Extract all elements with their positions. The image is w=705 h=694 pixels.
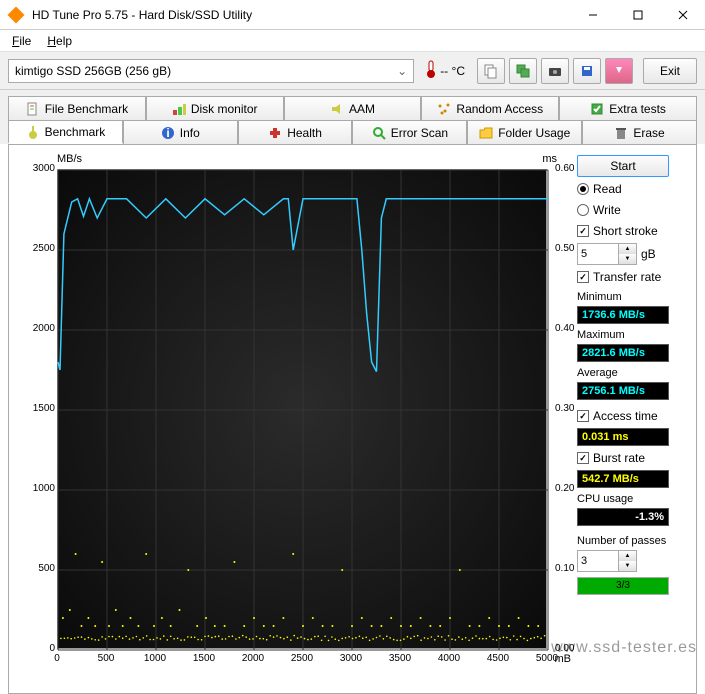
tabs-container: File Benchmark Disk monitor AAM Random A…: [0, 90, 705, 144]
read-radio[interactable]: Read: [577, 180, 678, 198]
start-button[interactable]: Start: [577, 155, 669, 177]
burst-rate-check[interactable]: Burst rate: [577, 449, 678, 467]
svg-text:i: i: [166, 126, 169, 140]
tab-folder-usage[interactable]: Folder Usage: [467, 120, 582, 144]
short-stroke-check[interactable]: Short stroke: [577, 222, 678, 240]
checkbox-icon: [577, 225, 589, 237]
transfer-rate-check[interactable]: Transfer rate: [577, 268, 678, 286]
minimum-label: Minimum: [577, 291, 678, 303]
copy-info-button[interactable]: [477, 58, 505, 84]
menu-help[interactable]: Help: [39, 32, 80, 50]
erase-icon: [614, 126, 628, 140]
tab-info[interactable]: iInfo: [123, 120, 238, 144]
health-icon: [268, 126, 282, 140]
file-benchmark-icon: [26, 102, 40, 116]
control-panel: Start Read Write Short stroke ▲▼ gB Tran…: [575, 151, 680, 687]
menubar: File Help: [0, 30, 705, 52]
folder-usage-icon: [479, 126, 493, 140]
copy-screenshot-button[interactable]: [509, 58, 537, 84]
toolbar: kimtigo SSD 256GB (256 gB) ⌄ -- °C Exit: [0, 52, 705, 90]
tab-content: MB/s ms mB 0500100015002000250030000.000…: [8, 144, 697, 694]
average-value: 2756.1 MB/s: [577, 382, 669, 400]
access-time-check[interactable]: Access time: [577, 407, 678, 425]
maximize-button[interactable]: [615, 0, 660, 30]
spin-up-icon[interactable]: ▲: [618, 244, 636, 254]
write-radio[interactable]: Write: [577, 201, 678, 219]
tab-extra-tests[interactable]: Extra tests: [559, 96, 697, 120]
temperature-value: -- °C: [440, 64, 465, 78]
tab-disk-monitor[interactable]: Disk monitor: [146, 96, 284, 120]
minimum-value: 1736.6 MB/s: [577, 306, 669, 324]
spin-down-icon[interactable]: ▼: [618, 254, 636, 264]
minimize-button[interactable]: [570, 0, 615, 30]
tab-error-scan[interactable]: Error Scan: [352, 120, 467, 144]
random-access-icon: [437, 102, 451, 116]
cpu-usage-value: -1.3%: [577, 508, 669, 526]
radio-icon: [577, 204, 589, 216]
cpu-usage-label: CPU usage: [577, 493, 678, 505]
burst-rate-value: 542.7 MB/s: [577, 470, 669, 488]
progress-bar: 3/3: [577, 577, 669, 595]
tab-file-benchmark[interactable]: File Benchmark: [8, 96, 146, 120]
drive-select[interactable]: kimtigo SSD 256GB (256 gB) ⌄: [8, 59, 414, 83]
passes-label: Number of passes: [577, 535, 678, 547]
extra-tests-icon: [590, 102, 604, 116]
thermometer-icon: [426, 60, 436, 81]
passes-input[interactable]: ▲▼: [577, 550, 637, 572]
radio-icon: [577, 183, 589, 195]
temperature-display: -- °C: [418, 60, 473, 81]
save-button[interactable]: [573, 58, 601, 84]
aam-icon: [330, 102, 344, 116]
tab-erase[interactable]: Erase: [582, 120, 697, 144]
checkbox-icon: [577, 271, 589, 283]
spin-down-icon[interactable]: ▼: [618, 561, 636, 571]
info-icon: i: [161, 126, 175, 140]
app-icon: [8, 7, 24, 23]
tab-aam[interactable]: AAM: [284, 96, 422, 120]
exit-button[interactable]: Exit: [643, 58, 697, 84]
drive-select-value: kimtigo SSD 256GB (256 gB): [15, 64, 171, 78]
spin-up-icon[interactable]: ▲: [618, 551, 636, 561]
maximum-label: Maximum: [577, 329, 678, 341]
y-axis-label: MB/s: [57, 153, 82, 165]
disk-monitor-icon: [172, 102, 186, 116]
short-stroke-input[interactable]: ▲▼: [577, 243, 637, 265]
average-label: Average: [577, 367, 678, 379]
chevron-down-icon: ⌄: [397, 64, 407, 78]
window-title: HD Tune Pro 5.75 - Hard Disk/SSD Utility: [32, 8, 570, 22]
options-button[interactable]: [605, 58, 633, 84]
watermark: www.ssd-tester.es: [551, 639, 697, 657]
tab-random-access[interactable]: Random Access: [421, 96, 559, 120]
error-scan-icon: [372, 126, 386, 140]
maximum-value: 2821.6 MB/s: [577, 344, 669, 362]
tab-benchmark[interactable]: Benchmark: [8, 120, 123, 144]
access-time-value: 0.031 ms: [577, 428, 669, 446]
close-button[interactable]: [660, 0, 705, 30]
checkbox-icon: [577, 410, 589, 422]
chart-area: MB/s ms mB 0500100015002000250030000.000…: [15, 151, 575, 687]
checkbox-icon: [577, 452, 589, 464]
benchmark-icon: [26, 125, 40, 139]
menu-file[interactable]: File: [4, 32, 39, 50]
screenshot-button[interactable]: [541, 58, 569, 84]
benchmark-chart: [57, 169, 547, 649]
titlebar: HD Tune Pro 5.75 - Hard Disk/SSD Utility: [0, 0, 705, 30]
tab-health[interactable]: Health: [238, 120, 353, 144]
